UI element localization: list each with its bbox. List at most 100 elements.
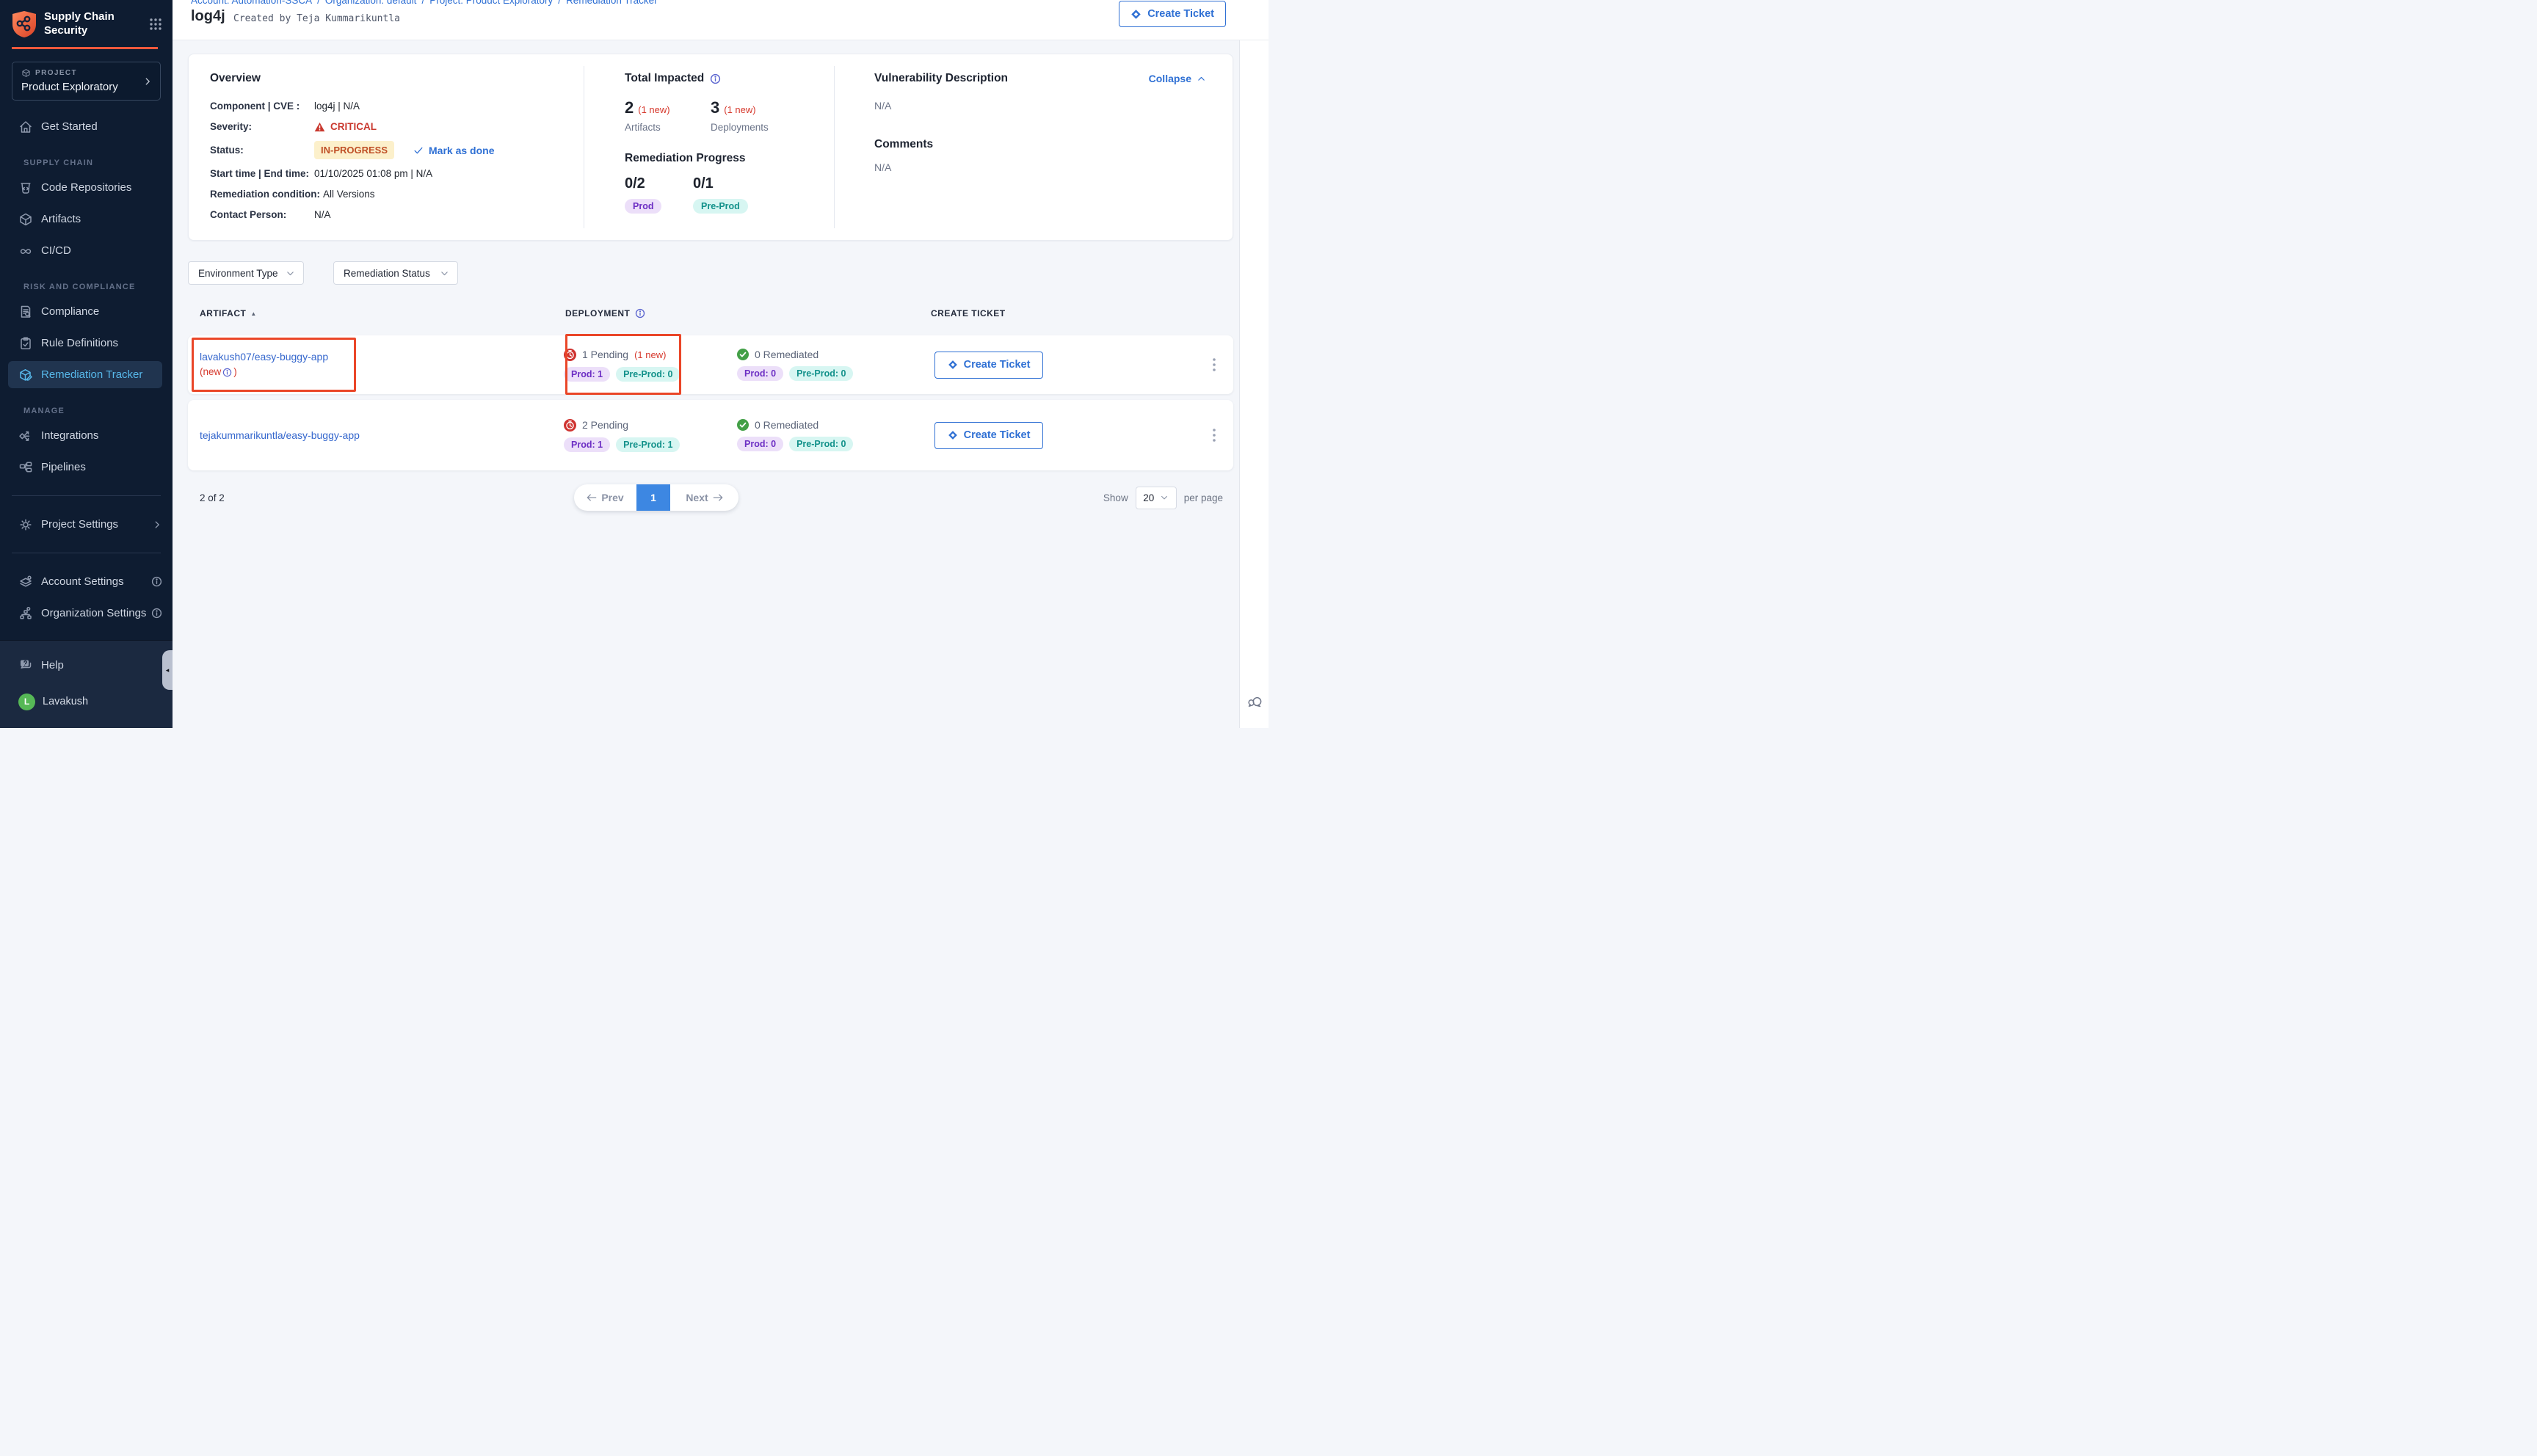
- sidebar-footer: Help L Lavakush: [0, 640, 173, 728]
- sidebar-collapse-handle[interactable]: ◂: [162, 650, 173, 690]
- module-grid-icon[interactable]: [149, 18, 162, 31]
- sidebar-item-integrations[interactable]: Integrations: [0, 420, 173, 451]
- sidebar-divider: [12, 495, 161, 496]
- breadcrumb: Account: Automation-SSCA / Organization: d…: [191, 0, 658, 6]
- page-header: Account: Automation-SSCA / Organization: d…: [173, 0, 1268, 40]
- artifact-link[interactable]: lavakush07/easy-buggy-app: [200, 351, 328, 363]
- breadcrumb-page[interactable]: Remediation Tracker: [566, 0, 658, 6]
- breadcrumb-account[interactable]: Account: Automation-SSCA: [191, 0, 312, 6]
- sidebar-item-remediation-tracker[interactable]: Remediation Tracker: [8, 361, 162, 388]
- info-icon[interactable]: [222, 368, 232, 377]
- sidebar-item-label: Remediation Tracker: [41, 368, 142, 381]
- pipelines-icon: [18, 460, 33, 475]
- info-icon[interactable]: [151, 576, 162, 587]
- page-subtitle: Created by Teja Kummarikuntla: [233, 13, 400, 24]
- project-selector[interactable]: PROJECT Product Exploratory: [12, 62, 161, 101]
- column-artifact[interactable]: ARTIFACT: [200, 308, 246, 318]
- sidebar-item-organization-settings[interactable]: Organization Settings: [0, 597, 173, 629]
- deployments-label: Deployments: [711, 122, 769, 133]
- logo-row: Supply Chain Security: [0, 0, 173, 46]
- cube-edit-icon: [18, 368, 33, 382]
- sidebar-item-get-started[interactable]: Get Started: [0, 111, 173, 142]
- filter-bar: Environment Type Remediation Status: [188, 261, 1233, 285]
- preprod-badge: Pre-Prod: [693, 199, 748, 214]
- time-label: Start time | End time:: [210, 168, 314, 179]
- remediation-status-filter[interactable]: Remediation Status: [333, 261, 458, 285]
- sidebar-item-label: CI/CD: [41, 244, 71, 257]
- status-badge: IN-PROGRESS: [314, 141, 394, 159]
- remediated-check-icon: [737, 419, 749, 431]
- sidebar-item-code-repositories[interactable]: Code Repositories: [0, 172, 173, 203]
- comments-title: Comments: [874, 138, 1206, 151]
- chevron-down-icon: [286, 269, 295, 278]
- ticket-diamond-icon: [1130, 9, 1142, 20]
- integrations-icon: [18, 429, 33, 443]
- comments-value: N/A: [874, 161, 1206, 173]
- sidebar-item-label: Organization Settings: [41, 607, 146, 619]
- org-gear-icon: [18, 606, 33, 621]
- user-menu[interactable]: L Lavakush: [0, 686, 173, 717]
- table-header: ARTIFACT ▲ DEPLOYMENT CREATE TICKET: [188, 308, 1233, 318]
- section-risk-compliance: RISK AND COMPLIANCE: [0, 266, 173, 296]
- app-logo-shield-icon: [12, 10, 37, 38]
- environment-type-filter[interactable]: Environment Type: [188, 261, 304, 285]
- prev-page-button[interactable]: Prev: [574, 484, 636, 511]
- app-title: Supply Chain Security: [44, 10, 126, 38]
- breadcrumb-separator: /: [421, 0, 424, 6]
- column-deployment: DEPLOYMENT: [565, 308, 630, 318]
- remediated-count: 0 Remediated: [755, 419, 819, 431]
- remediated-count: 0 Remediated: [755, 349, 819, 360]
- sidebar-item-cicd[interactable]: CI/CD: [0, 235, 173, 266]
- breadcrumb-org[interactable]: Organization: default: [325, 0, 417, 6]
- support-chat-icon[interactable]: [1246, 693, 1263, 710]
- content-area: Overview Component | CVE : log4j | N/A S…: [173, 40, 1239, 728]
- total-impacted-title: Total Impacted: [625, 72, 704, 85]
- next-page-button[interactable]: Next: [670, 484, 738, 511]
- sidebar-item-rule-definitions[interactable]: Rule Definitions: [0, 327, 173, 359]
- create-ticket-button-top[interactable]: Create Ticket: [1119, 1, 1226, 27]
- mark-as-done-link[interactable]: Mark as done: [413, 145, 494, 156]
- row-menu-button[interactable]: [1205, 358, 1223, 371]
- info-icon[interactable]: [151, 608, 162, 619]
- chevron-up-icon: [1197, 74, 1206, 84]
- clipboard-check-icon: [18, 336, 33, 351]
- page-size-select[interactable]: 20: [1136, 487, 1177, 509]
- sort-ascending-icon[interactable]: ▲: [250, 310, 256, 317]
- ticket-diamond-icon: [948, 430, 958, 440]
- prod-count-badge: Prod: 1: [564, 367, 610, 382]
- row-menu-button[interactable]: [1205, 429, 1223, 442]
- info-icon[interactable]: [710, 73, 721, 84]
- show-label: Show: [1103, 492, 1128, 503]
- warning-triangle-icon: [314, 122, 325, 132]
- sidebar-item-label: Get Started: [41, 120, 98, 133]
- prod-badge: Prod: [625, 199, 661, 214]
- create-ticket-button-row[interactable]: Create Ticket: [934, 352, 1043, 379]
- column-create-ticket: CREATE TICKET: [931, 308, 1006, 318]
- deployments-new-count: (1 new): [724, 104, 755, 115]
- severity-label: Severity:: [210, 121, 314, 132]
- breadcrumb-project[interactable]: Project: Product Exploratory: [429, 0, 553, 6]
- pending-count: 1 Pending: [582, 349, 628, 360]
- sidebar-nav: Get Started SUPPLY CHAIN Code Repositori…: [0, 111, 173, 483]
- check-icon: [413, 145, 424, 156]
- section-manage: MANAGE: [0, 390, 173, 420]
- create-ticket-button-row[interactable]: Create Ticket: [934, 422, 1043, 449]
- artifacts-count: 2: [625, 98, 634, 117]
- info-icon[interactable]: [635, 308, 645, 318]
- page-title: log4j: [191, 8, 225, 25]
- user-avatar: L: [18, 694, 35, 710]
- page-number-button[interactable]: 1: [636, 484, 670, 511]
- sidebar-item-compliance[interactable]: Compliance: [0, 296, 173, 327]
- sidebar-item-account-settings[interactable]: Account Settings: [0, 566, 173, 597]
- collapse-link[interactable]: Collapse: [1149, 73, 1206, 84]
- help-chat-icon: [18, 658, 33, 672]
- sidebar-item-label: Project Settings: [41, 518, 118, 531]
- help-button[interactable]: Help: [0, 649, 173, 680]
- component-cve-label: Component | CVE :: [210, 101, 314, 112]
- sidebar-item-project-settings[interactable]: Project Settings: [0, 509, 173, 540]
- breadcrumb-separator: /: [558, 0, 561, 6]
- sidebar-item-pipelines[interactable]: Pipelines: [0, 451, 173, 483]
- artifact-link[interactable]: tejakummarikuntla/easy-buggy-app: [200, 429, 360, 441]
- pending-icon: [564, 419, 576, 432]
- sidebar-item-artifacts[interactable]: Artifacts: [0, 203, 173, 235]
